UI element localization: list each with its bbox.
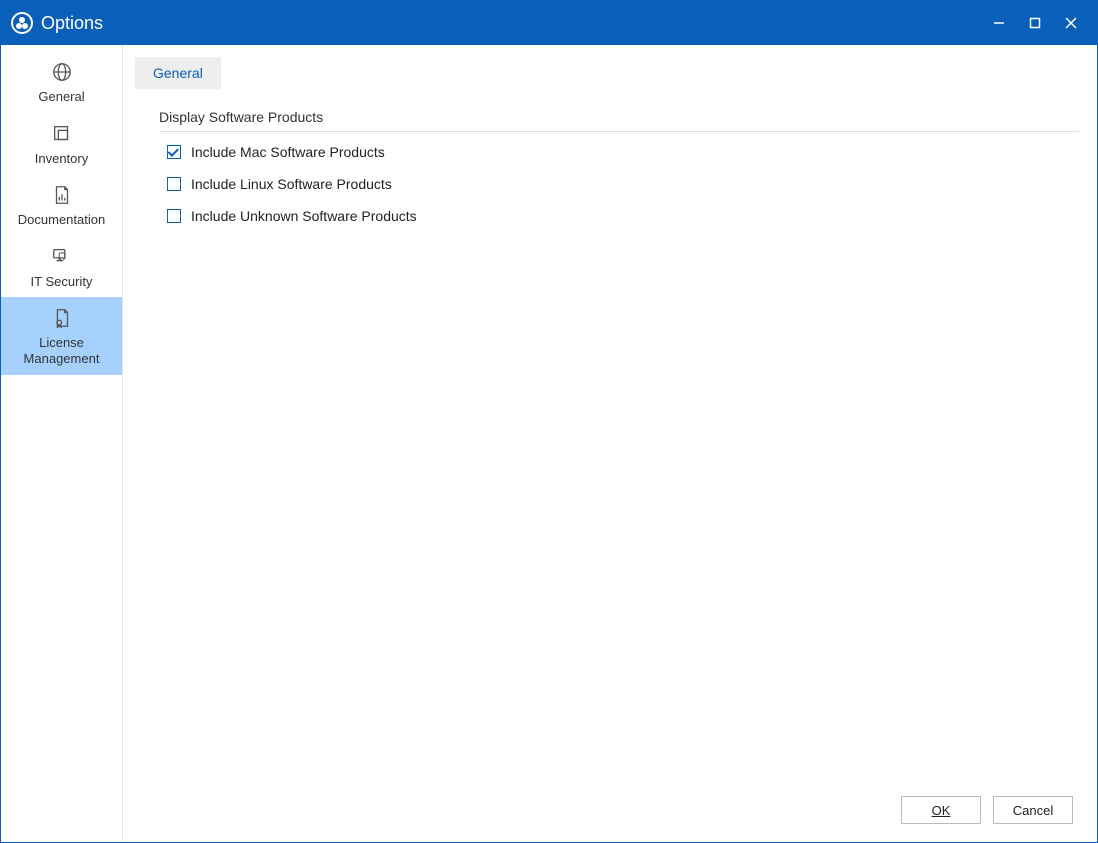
section-title: Display Software Products: [159, 109, 1079, 132]
maximize-button[interactable]: [1017, 1, 1053, 45]
option-include-mac[interactable]: Include Mac Software Products: [167, 144, 1079, 160]
option-label: Include Unknown Software Products: [191, 208, 417, 224]
sidebar-item-general[interactable]: General: [1, 51, 122, 113]
option-label: Include Mac Software Products: [191, 144, 385, 160]
sidebar-item-documentation[interactable]: Documentation: [1, 174, 122, 236]
license-document-icon: [51, 307, 73, 329]
tab-general[interactable]: General: [135, 57, 221, 89]
close-icon: [1064, 16, 1078, 30]
sidebar-item-label: General: [38, 89, 84, 105]
inventory-icon: [51, 123, 73, 145]
options-window: Options General Inventory: [0, 0, 1098, 843]
globe-icon: [51, 61, 73, 83]
ok-button-label: OK: [932, 803, 951, 818]
tab-bar: General: [135, 57, 1079, 89]
close-button[interactable]: [1053, 1, 1089, 45]
content-pane: General Display Software Products Includ…: [123, 45, 1097, 842]
section-display-software-products: Display Software Products Include Mac So…: [159, 109, 1079, 240]
sidebar-item-label: License Management: [5, 335, 118, 366]
ok-button[interactable]: OK: [901, 796, 981, 824]
sidebar-item-label: Documentation: [18, 212, 105, 228]
security-shield-icon: [51, 246, 73, 268]
sidebar-item-label: IT Security: [31, 274, 93, 290]
checkbox-icon: [167, 145, 181, 159]
minimize-button[interactable]: [981, 1, 1017, 45]
option-include-unknown[interactable]: Include Unknown Software Products: [167, 208, 1079, 224]
sidebar-item-inventory[interactable]: Inventory: [1, 113, 122, 175]
cancel-button-label: Cancel: [1013, 803, 1053, 818]
cancel-button[interactable]: Cancel: [993, 796, 1073, 824]
checkbox-icon: [167, 177, 181, 191]
dialog-footer: OK Cancel: [135, 796, 1079, 830]
maximize-icon: [1028, 16, 1042, 30]
checkbox-icon: [167, 209, 181, 223]
window-title: Options: [41, 13, 103, 34]
minimize-icon: [992, 16, 1006, 30]
option-include-linux[interactable]: Include Linux Software Products: [167, 176, 1079, 192]
sidebar-item-license-management[interactable]: License Management: [1, 297, 122, 374]
sidebar-item-label: Inventory: [35, 151, 88, 167]
titlebar: Options: [1, 1, 1097, 45]
app-logo-icon: [11, 12, 33, 34]
sidebar-item-it-security[interactable]: IT Security: [1, 236, 122, 298]
document-chart-icon: [51, 184, 73, 206]
option-label: Include Linux Software Products: [191, 176, 392, 192]
sidebar: General Inventory Documentation: [1, 45, 123, 842]
